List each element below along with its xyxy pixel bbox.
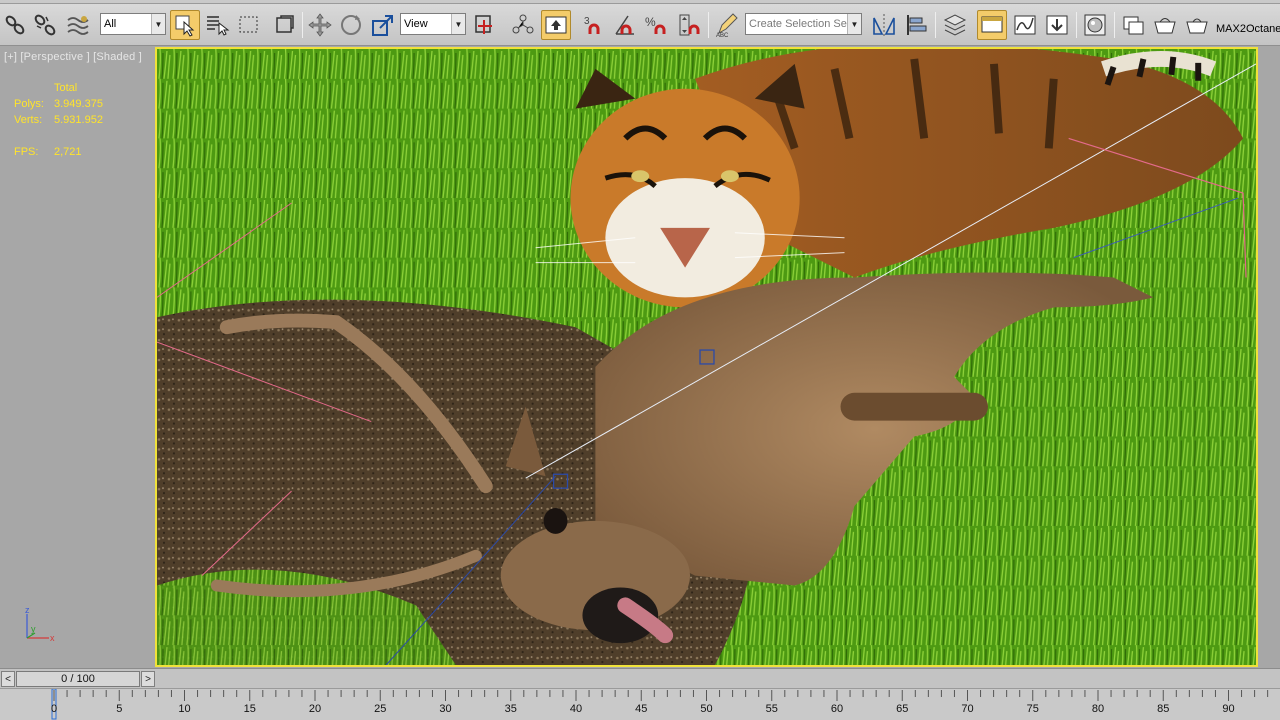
schematic-view-icon[interactable] [1042, 10, 1072, 40]
selection-filter-value: All [104, 18, 117, 30]
layer-manager-icon[interactable] [940, 10, 970, 40]
track-bar-tick-label: 45 [635, 703, 648, 715]
track-bar-tick-label: 65 [896, 703, 909, 715]
selection-filter-dropdown[interactable]: All ▼ [100, 13, 166, 35]
toolbar-separator [935, 12, 936, 38]
track-bar[interactable]: 0 5 10 15 20 25 30 35 40 45 50 55 60 65 70 75 80 85 90 [0, 688, 1280, 720]
toolbar-separator [708, 12, 709, 38]
named-selection-dropdown[interactable]: Create Selection Se ▼ [745, 13, 862, 35]
select-object-icon[interactable] [170, 10, 200, 40]
time-slider[interactable]: 0 / 100 [16, 671, 140, 687]
select-by-name-icon[interactable] [202, 10, 232, 40]
fps-value: 2,721 [54, 146, 82, 158]
track-bar-tick-label: 0 [50, 703, 58, 715]
edit-named-selection-icon[interactable]: ABC [712, 10, 742, 40]
track-bar-tick-label: 70 [961, 703, 974, 715]
move-icon[interactable] [305, 10, 335, 40]
axis-z-label: z [25, 605, 30, 615]
track-bar-tick-label: 30 [439, 703, 452, 715]
main-toolbar: All ▼ View ▼ 3 % ABC Create Selection Se… [0, 4, 1280, 46]
scale-icon[interactable] [368, 10, 398, 40]
track-bar-tick-label: 25 [374, 703, 387, 715]
track-bar-tick-label: 15 [243, 703, 256, 715]
track-bar-tick-label: 10 [178, 703, 191, 715]
track-bar-tick-label: 40 [569, 703, 583, 715]
track-bar-tick-label: 75 [1026, 703, 1039, 715]
polys-label: Polys: [14, 98, 44, 110]
angle-snap-icon[interactable] [610, 10, 640, 40]
rect-selection-icon[interactable] [234, 10, 264, 40]
svg-text:ABC: ABC [716, 33, 729, 38]
plugin-label[interactable]: MAX2Octane [1216, 23, 1280, 35]
percent-snap-icon[interactable]: % [642, 10, 672, 40]
track-bar-tick-label: 5 [116, 703, 123, 715]
viewport-background [1258, 47, 1280, 667]
fps-label: FPS: [14, 146, 39, 158]
bind-space-warp-icon[interactable] [63, 10, 93, 40]
render-setup-icon[interactable] [1118, 10, 1148, 40]
render-icon[interactable] [1182, 10, 1212, 40]
viewport-label[interactable]: [+] [Perspective ] [Shaded ] [4, 51, 142, 63]
rotate-icon[interactable] [336, 10, 366, 40]
select-manipulate-icon[interactable] [508, 10, 538, 40]
track-bar-tick-label: 35 [504, 703, 517, 715]
mirror-icon[interactable] [869, 10, 899, 40]
align-icon[interactable] [902, 10, 932, 40]
axis-y-label: y [31, 624, 36, 634]
time-slider-bar: < 0 / 100 > [0, 668, 1280, 688]
snap-3d-icon[interactable]: 3 [580, 10, 610, 40]
rendered-frame-icon[interactable] [1150, 10, 1180, 40]
curve-editor-icon[interactable] [1010, 10, 1040, 40]
3dsmax-window: All ▼ View ▼ 3 % ABC Create Selection Se… [0, 0, 1280, 720]
svg-text:%: % [645, 15, 656, 29]
previous-frame-button[interactable]: < [1, 671, 15, 687]
track-bar-tick-label: 20 [308, 703, 322, 715]
toolbar-separator [1076, 12, 1077, 38]
viewport-background [0, 47, 155, 667]
toolbar-separator [1114, 12, 1115, 38]
svg-text:3: 3 [584, 16, 590, 27]
chevron-down-icon: ▼ [151, 14, 165, 34]
named-selection-placeholder: Create Selection Se [749, 18, 847, 30]
track-bar-tick-label: 50 [700, 703, 713, 715]
verts-value: 5.931.952 [54, 114, 103, 126]
reference-coordinate-dropdown[interactable]: View ▼ [400, 13, 466, 35]
perspective-viewport[interactable] [155, 47, 1258, 667]
graphite-ribbon-icon[interactable] [977, 10, 1007, 40]
material-editor-icon[interactable] [1080, 10, 1110, 40]
chevron-down-icon: ▼ [451, 14, 465, 34]
track-bar-tick-label: 80 [1091, 703, 1105, 715]
unlink-icon[interactable] [30, 10, 60, 40]
stats-header: Total [54, 82, 78, 94]
toolbar-separator [302, 12, 303, 38]
track-bar-tick-label: 55 [765, 703, 778, 715]
keyboard-shortcut-icon[interactable] [541, 10, 571, 40]
track-bar-tick-label: 85 [1157, 703, 1170, 715]
track-bar-tick-label: 60 [830, 703, 844, 715]
reference-coordinate-value: View [404, 18, 428, 30]
next-frame-button[interactable]: > [141, 671, 155, 687]
spinner-snap-icon[interactable] [674, 10, 704, 40]
window-crossing-icon[interactable] [270, 10, 300, 40]
polys-value: 3.949.375 [54, 98, 103, 110]
chevron-down-icon: ▼ [847, 14, 861, 34]
track-bar-tick-label: 90 [1222, 703, 1235, 715]
use-pivot-icon[interactable] [470, 10, 500, 40]
verts-label: Verts: [14, 114, 43, 126]
axis-gizmo-icon: z y x [25, 605, 55, 643]
link-icon[interactable] [0, 10, 30, 40]
axis-x-label: x [50, 633, 55, 643]
